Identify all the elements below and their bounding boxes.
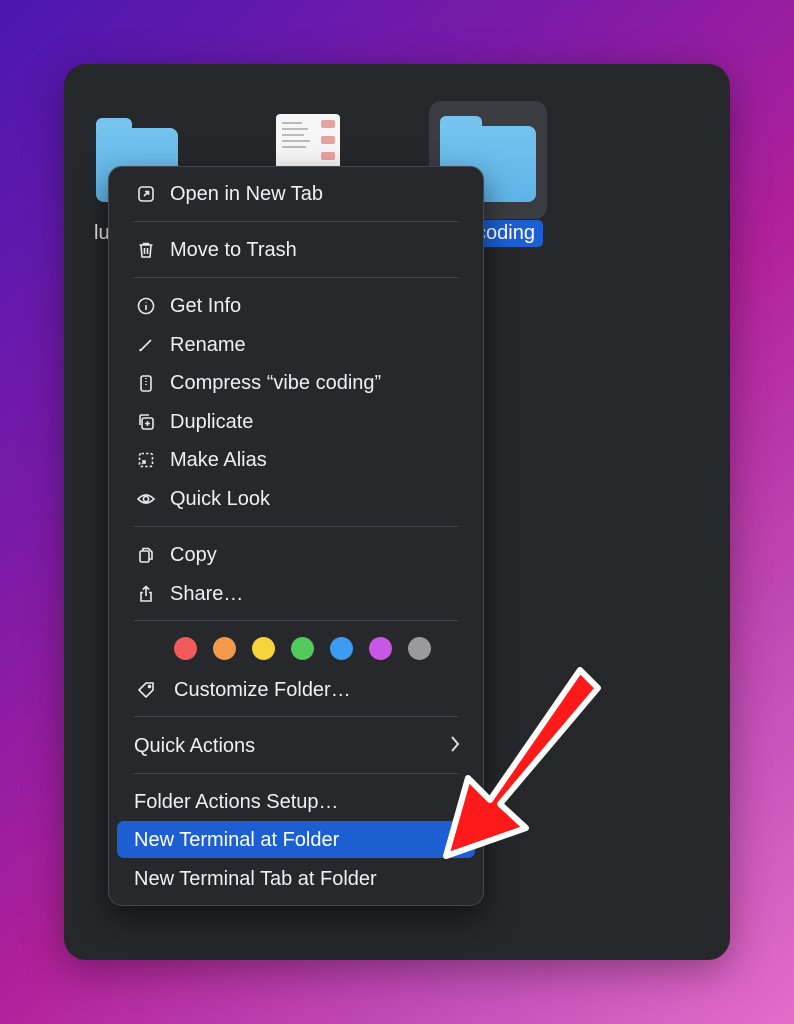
copy-icon [135, 544, 157, 566]
menu-item-customize-folder[interactable]: Customize Folder… [109, 672, 483, 708]
tag-color-purple[interactable] [369, 637, 392, 660]
menu-item-duplicate[interactable]: Duplicate [109, 404, 483, 440]
menu-separator [134, 773, 458, 774]
menu-item-folder-actions-setup[interactable]: Folder Actions Setup… [109, 784, 483, 820]
open-new-tab-icon [135, 183, 157, 205]
menu-item-move-to-trash[interactable]: Move to Trash [109, 232, 483, 268]
menu-separator [134, 620, 458, 621]
document-thumbnail[interactable] [276, 114, 340, 174]
menu-separator [134, 221, 458, 222]
tag-color-gray[interactable] [408, 637, 431, 660]
archive-icon [135, 372, 157, 394]
menu-item-compress[interactable]: Compress “vibe coding” [109, 365, 483, 401]
menu-separator [134, 526, 458, 527]
tag-color-yellow[interactable] [252, 637, 275, 660]
alias-icon [135, 449, 157, 471]
menu-item-open-in-new-tab[interactable]: Open in New Tab [109, 176, 483, 212]
tag-color-row [174, 637, 431, 661]
tag-color-green[interactable] [291, 637, 314, 660]
menu-item-quick-look[interactable]: Quick Look [109, 481, 483, 517]
pencil-icon [135, 334, 157, 356]
info-icon [135, 295, 157, 317]
menu-item-new-terminal-tab-at-folder[interactable]: New Terminal Tab at Folder [109, 861, 483, 897]
tag-color-red[interactable] [174, 637, 197, 660]
menu-item-share[interactable]: Share… [109, 576, 483, 612]
share-icon [135, 583, 157, 605]
red-arrow-annotation [443, 667, 601, 859]
tag-color-blue[interactable] [330, 637, 353, 660]
menu-item-make-alias[interactable]: Make Alias [109, 442, 483, 478]
menu-item-get-info[interactable]: Get Info [109, 288, 483, 324]
menu-item-copy[interactable]: Copy [109, 537, 483, 573]
menu-separator [134, 716, 458, 717]
duplicate-icon [135, 411, 157, 433]
menu-item-rename[interactable]: Rename [109, 327, 483, 363]
tag-icon [135, 679, 157, 701]
menu-separator [134, 277, 458, 278]
menu-item-quick-actions[interactable]: Quick Actions [109, 728, 483, 764]
context-menu: Open in New Tab Move to Trash Get Info R… [108, 166, 484, 906]
eye-icon [135, 488, 157, 510]
menu-item-new-terminal-at-folder[interactable]: New Terminal at Folder [109, 822, 483, 858]
trash-icon [135, 239, 157, 261]
tag-color-orange[interactable] [213, 637, 236, 660]
